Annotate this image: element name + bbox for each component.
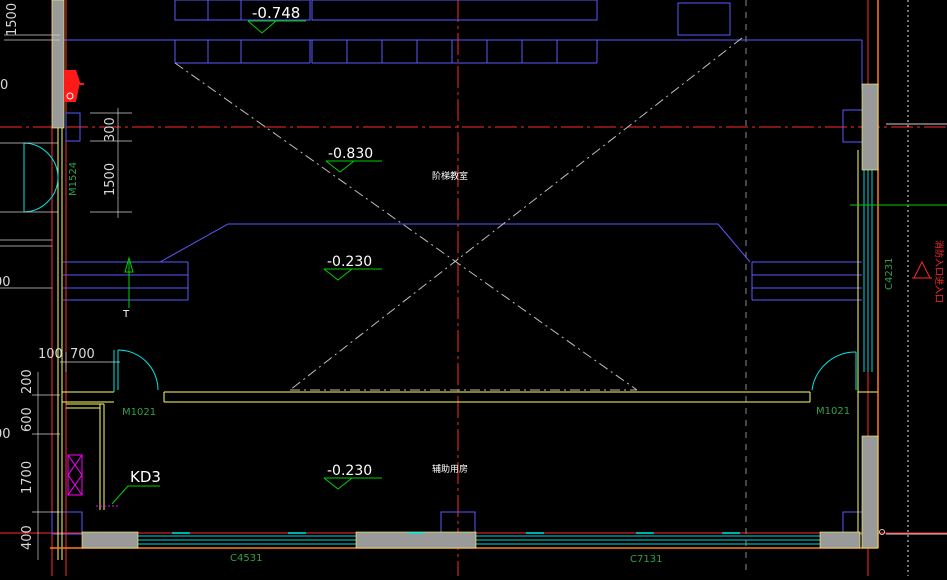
elevation-value: -0.230 [327, 254, 372, 270]
dim-partial-0: 0 [0, 78, 8, 93]
window-lines [138, 170, 873, 545]
door-label-m1524: M1524 [68, 162, 79, 196]
elevation-marker-4: -0.230 [323, 463, 382, 490]
elevation-value: -0.830 [328, 146, 373, 162]
elevation-value: -0.230 [327, 463, 372, 479]
window-label-c4531: C4531 [230, 553, 262, 564]
elevation-marker-2: -0.830 [325, 146, 382, 173]
room-label-auxiliary: 辅助用房 [432, 463, 468, 475]
dim-100: 100 [38, 347, 63, 362]
door-label-m1021-right: M1021 [816, 406, 850, 417]
dim-partial-00: 00 [0, 275, 11, 290]
dim-600: 600 [20, 407, 35, 432]
dim-300: 300 [103, 117, 118, 142]
elevation-marker-3: -0.230 [323, 254, 382, 281]
door-label-m1021-left: M1021 [122, 407, 156, 418]
stair-up-arrow: T [122, 256, 134, 320]
window-label-c7131: C7131 [630, 554, 662, 565]
dim-1500-top: 1500 [5, 3, 20, 36]
equipment-box [67, 454, 83, 496]
window-label-c4231: C4231 [884, 258, 895, 290]
room-label-lecture-hall: 阶梯教室 [432, 170, 468, 182]
dim-partial-00-lower: 00 [0, 427, 11, 442]
hydrant-icon [64, 70, 84, 102]
entrance-note: 消防入口进入口 [933, 240, 945, 303]
walls [57, 0, 879, 560]
dim-1700: 1700 [20, 461, 35, 494]
dim-200: 200 [20, 369, 35, 394]
entrance-marker: 消防入口进入口 [912, 240, 945, 303]
kd3-marker: KD3 [96, 468, 161, 507]
kd3-label: KD3 [130, 468, 161, 486]
elevation-marker-1: -0.748 [247, 4, 306, 34]
dim-400: 400 [20, 525, 35, 550]
cad-floor-plan: -0.748 -0.830 -0.230 -0.230 阶梯教室 辅助用房 M1… [0, 0, 947, 576]
elevation-value: -0.748 [252, 4, 300, 22]
dim-700: 700 [70, 347, 95, 362]
dim-1500: 1500 [103, 163, 118, 196]
up-arrow-label: T [122, 309, 130, 320]
